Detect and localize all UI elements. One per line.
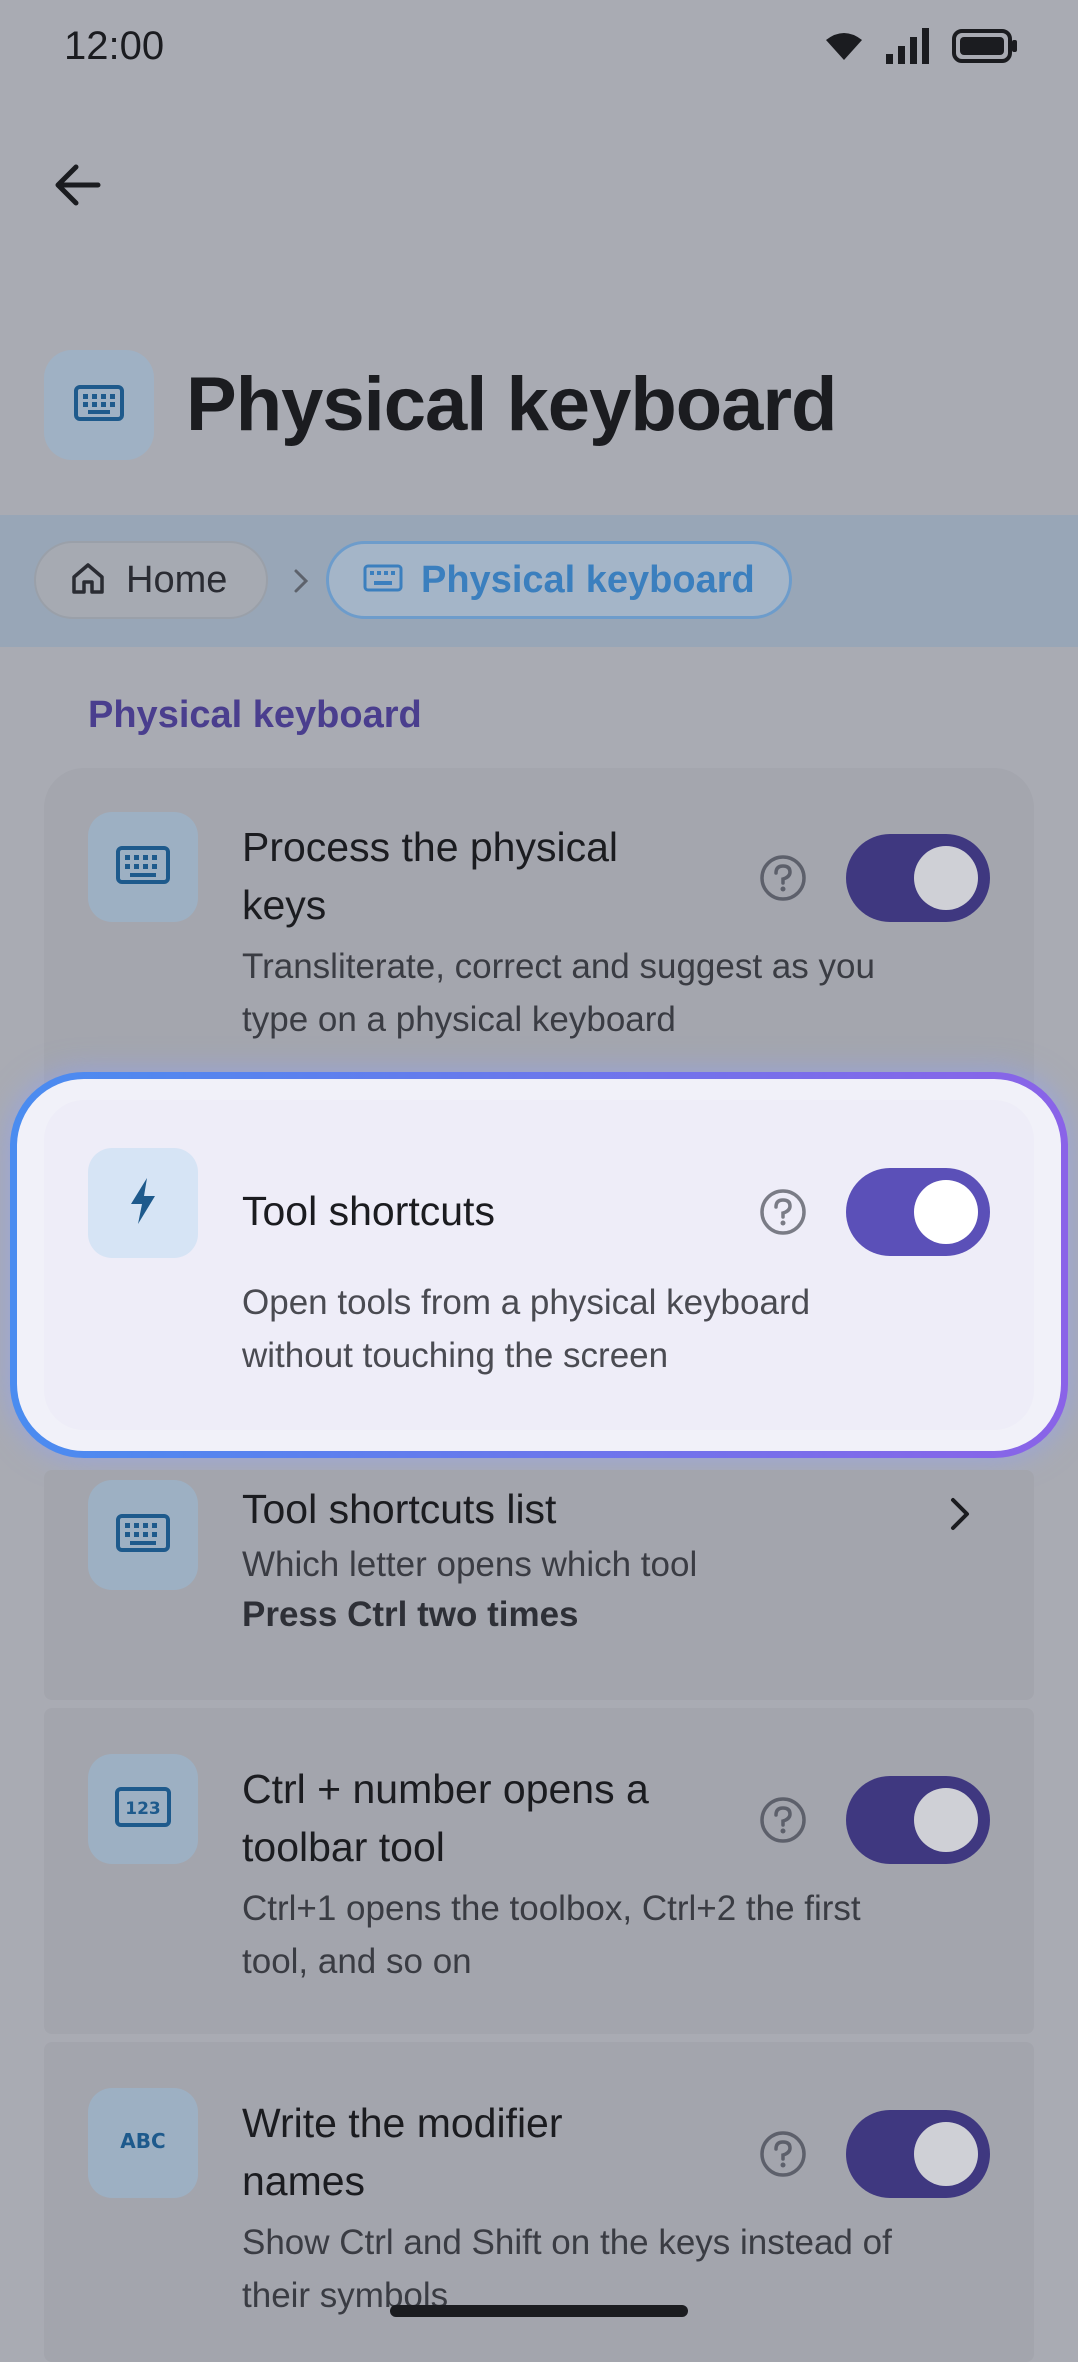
row-icon-tile — [88, 812, 198, 922]
svg-text:ABC: ABC — [120, 2129, 165, 2153]
svg-text:123: 123 — [125, 1799, 161, 1819]
breadcrumb-home-label: Home — [126, 558, 228, 601]
process-physical-keys-toggle[interactable] — [846, 834, 990, 922]
abc-icon: ABC — [115, 2126, 171, 2161]
row-icon-tile — [88, 1480, 198, 1590]
breadcrumb-home[interactable]: Home — [34, 541, 268, 619]
breadcrumb-current-label: Physical keyboard — [421, 558, 755, 601]
row-note: Press Ctrl two times — [242, 1595, 579, 1634]
row-description: Ctrl+1 opens the toolbox, Ctrl+2 the fir… — [242, 1889, 861, 1928]
help-circle-icon[interactable] — [758, 2129, 808, 2179]
setting-row-tool-shortcuts[interactable]: Tool shortcuts Open tools from a physica… — [44, 1100, 1034, 1430]
row-description: Which letter opens which tool — [242, 1545, 698, 1584]
chevron-right-icon — [286, 563, 316, 599]
setting-row-tool-shortcuts-list[interactable]: Tool shortcuts list Which letter opens w… — [44, 1470, 1034, 1700]
123-icon: 123 — [115, 1786, 171, 1832]
row-title: toolbar tool — [242, 1824, 445, 1870]
keyboard-icon — [116, 1513, 170, 1557]
back-button[interactable] — [40, 150, 114, 224]
setting-row-process-physical-keys[interactable]: Process the physical keys Transliterate,… — [44, 768, 1034, 1093]
keyboard-icon — [116, 845, 170, 889]
row-title: names — [242, 2158, 366, 2204]
status-icons — [824, 28, 1018, 64]
row-title: Process the physical — [242, 824, 619, 870]
help-circle-icon[interactable] — [758, 853, 808, 903]
status-bar: 12:00 — [0, 0, 1078, 100]
signal-icon — [886, 28, 930, 64]
toggle-knob — [914, 1788, 978, 1852]
page-title: Physical keyboard — [186, 362, 837, 447]
row-description: Open tools from a physical keyboard — [242, 1283, 811, 1322]
lightning-bolt-icon — [127, 1176, 159, 1231]
help-circle-icon[interactable] — [758, 1187, 808, 1237]
row-description: Transliterate, correct and suggest as yo… — [242, 947, 875, 986]
ctrl-number-toggle[interactable] — [846, 1776, 990, 1864]
section-title: Physical keyboard — [88, 694, 422, 736]
toggle-knob — [914, 2122, 978, 2186]
row-title: Write the modifier — [242, 2100, 563, 2146]
status-time: 12:00 — [64, 24, 165, 68]
row-description: without touching the screen — [242, 1336, 669, 1375]
row-icon-tile: 123 — [88, 1754, 198, 1864]
row-description: tool, and so on — [242, 1942, 472, 1981]
page-icon-tile — [44, 350, 154, 460]
breadcrumb: Home Physical keyboard — [0, 515, 1078, 647]
help-circle-icon[interactable] — [758, 1795, 808, 1845]
tool-shortcuts-toggle[interactable] — [846, 1168, 990, 1256]
keyboard-icon — [363, 564, 403, 597]
row-icon-tile: ABC — [88, 2088, 198, 2198]
battery-icon — [952, 29, 1018, 63]
row-title: keys — [242, 882, 327, 928]
toggle-knob — [914, 1180, 978, 1244]
toggle-knob — [914, 846, 978, 910]
row-title: Tool shortcuts list — [242, 1486, 557, 1532]
chevron-right-icon — [940, 1490, 980, 1538]
row-description: Show Ctrl and Shift on the keys instead … — [242, 2223, 892, 2262]
home-indicator[interactable] — [390, 2305, 688, 2317]
row-title: Ctrl + number opens a — [242, 1766, 649, 1812]
top-app-bar: Physical keyboard — [0, 100, 1078, 515]
row-icon-tile — [88, 1148, 198, 1258]
arrow-left-icon — [52, 163, 102, 212]
row-description: type on a physical keyboard — [242, 1000, 676, 1039]
setting-row-ctrl-number-opens-tool[interactable]: 123 Ctrl + number opens a toolbar tool C… — [44, 1708, 1034, 2034]
row-title: Tool shortcuts — [242, 1188, 495, 1234]
wifi-icon — [824, 30, 864, 62]
breadcrumb-current[interactable]: Physical keyboard — [326, 541, 792, 619]
write-modifier-names-toggle[interactable] — [846, 2110, 990, 2198]
home-icon — [70, 561, 106, 600]
keyboard-icon — [74, 384, 124, 426]
